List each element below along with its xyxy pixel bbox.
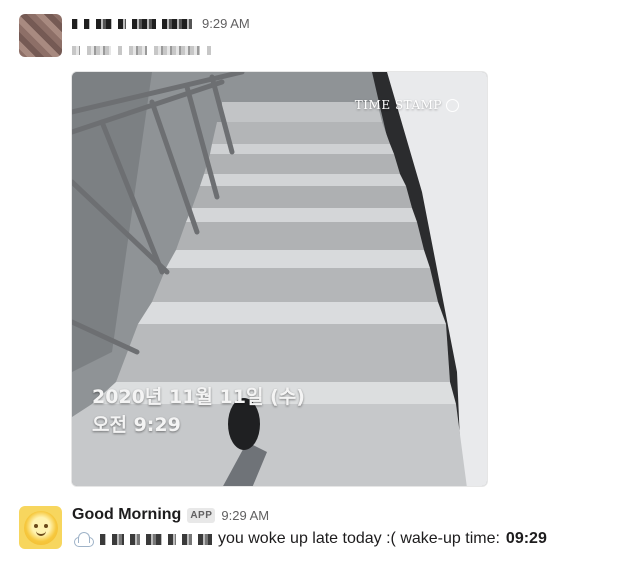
sender-name-redacted[interactable]: 9:29 AM	[72, 16, 250, 31]
cloud-icon	[72, 532, 94, 547]
message-1-timestamp[interactable]: 9:29 AM	[202, 16, 250, 31]
sun-face-icon	[23, 510, 58, 545]
mention-redacted	[100, 533, 212, 545]
wake-up-message: you woke up late today :( wake-up time:	[218, 530, 500, 547]
message-2-body: you woke up late today :( wake-up time: …	[72, 530, 547, 548]
good-morning-app-avatar[interactable]	[19, 506, 62, 549]
user-avatar[interactable]	[19, 14, 62, 57]
app-badge: APP	[187, 507, 216, 523]
message-1-text-redacted	[72, 46, 211, 55]
timestamp-logo-text: TIME STAMP	[354, 98, 442, 112]
timestamp-logo: TIME STAMP	[355, 98, 459, 112]
message-2-header: Good Morning APP 9:29 AM	[72, 506, 269, 524]
photo-time-stamp: 오전 9:29	[92, 414, 181, 436]
message-2-timestamp[interactable]: 9:29 AM	[221, 508, 269, 523]
app-sender-name[interactable]: Good Morning	[72, 506, 181, 524]
message-1: 9:29 AM TIME STAMP 2020년 11월 11일 (수) 오전 …	[0, 0, 640, 495]
clock-icon	[446, 98, 459, 112]
photo-date-stamp: 2020년 11월 11일 (수)	[92, 386, 305, 408]
staircase-photo[interactable]: TIME STAMP 2020년 11월 11일 (수) 오전 9:29	[71, 71, 488, 487]
wake-up-time: 09:29	[505, 530, 547, 547]
